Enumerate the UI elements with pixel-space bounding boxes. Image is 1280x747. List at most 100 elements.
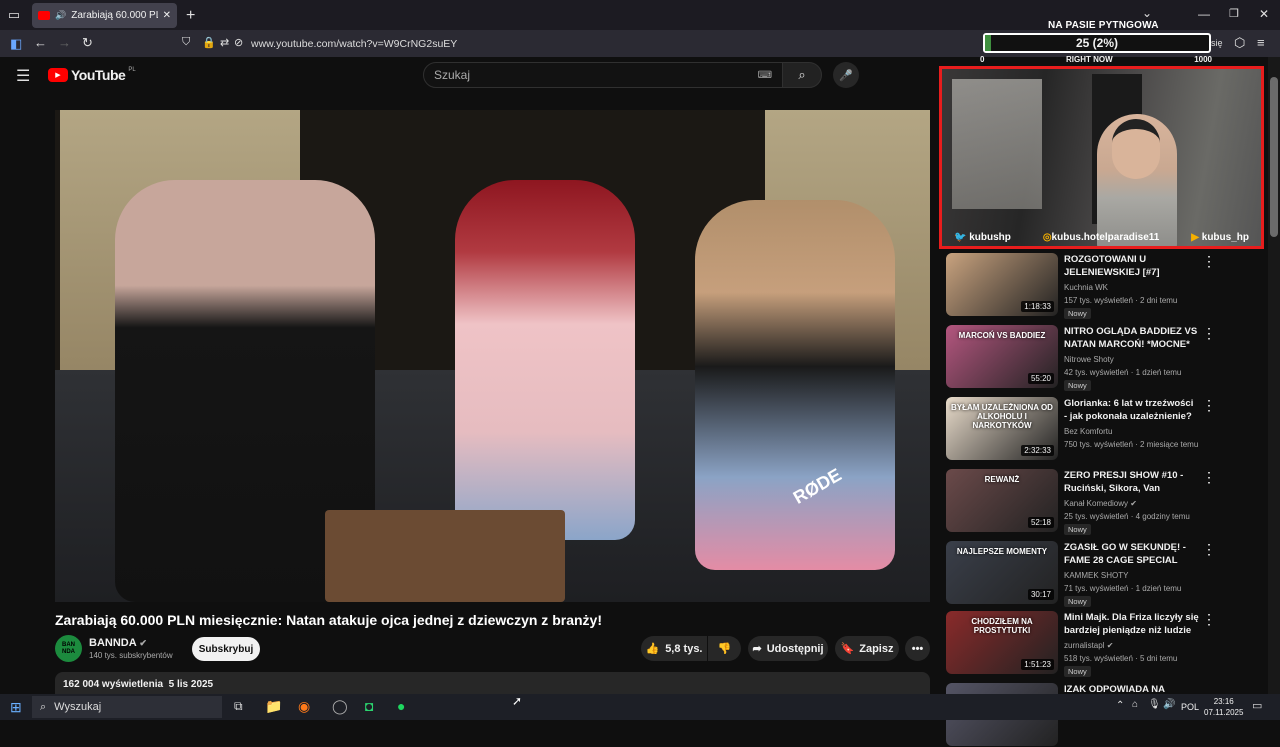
forward-icon[interactable]: → (58, 35, 71, 50)
share-button[interactable]: ➦ Udostępnij (748, 636, 828, 661)
more-actions-button[interactable]: ••• (905, 636, 930, 661)
recommended-video[interactable]: MARCOŃ VS BADDIEZ 55:20 NITRO OGLĄDA BADDI… (946, 325, 1266, 391)
minimize-icon[interactable]: — (1198, 7, 1210, 21)
chevron-down-icon[interactable]: ⌄ (1142, 6, 1152, 20)
twitter-handle: 🐦 kubushp (954, 232, 1011, 243)
more-vert-icon[interactable]: ⋮ (1202, 325, 1216, 342)
description-box[interactable]: 162 004 wyświetlenia 5 lis 2025 (55, 672, 930, 694)
video-duration: 1:51:23 (1021, 659, 1054, 670)
video-title[interactable]: NITRO OGLĄDA BADDIEZ VS NATAN MARCOŃ! *M… (1064, 325, 1199, 351)
recommended-video[interactable]: NAJLEPSZE MOMENTY 30:17 ZGASIŁ GO W SEKUND… (946, 541, 1266, 607)
video-player[interactable]: RØDE (55, 110, 930, 602)
app-icon[interactable]: ◯ (332, 698, 348, 715)
volume-icon[interactable]: 🔊 (1163, 699, 1175, 710)
browser-tab-active[interactable]: 🔊 Zarabiają 60.000 PLN miesi ✕ (32, 3, 177, 28)
channel-name[interactable]: Bez Komfortu (1064, 427, 1112, 436)
file-explorer-icon[interactable]: 📁 (265, 698, 282, 715)
region-code: PL (128, 67, 136, 73)
video-title[interactable]: Mini Majk. Dla Friza liczyły się bardzie… (1064, 611, 1199, 637)
sidebar-toggle-icon[interactable]: ◧ (10, 36, 22, 52)
maximize-icon[interactable]: ❐ (1229, 7, 1239, 20)
back-icon[interactable]: ← (34, 35, 47, 50)
task-view-icon[interactable]: ⧉ (234, 699, 243, 714)
overlay-value: 25 (2%) (1075, 36, 1119, 50)
permissions-icon[interactable]: ⇄ (220, 36, 229, 49)
search-button[interactable]: ⌕ (782, 62, 822, 88)
url-field[interactable]: www.youtube.com/watch?v=W9CrNG2suEY (251, 38, 457, 50)
twitter-icon: 🐦 (954, 232, 967, 243)
dislike-button[interactable]: 👎 (708, 636, 741, 661)
search-input[interactable]: Szukaj ⌨ (423, 62, 783, 88)
camera-off-icon[interactable]: ⊘ (234, 36, 243, 49)
taskbar-search[interactable]: ⌕ Wyszukaj (32, 696, 222, 718)
like-button[interactable]: 👍 5,8 tys. (641, 636, 707, 661)
keyboard-icon[interactable]: ⌨ (758, 70, 772, 81)
language-indicator[interactable]: POL (1181, 702, 1199, 712)
menu-icon[interactable]: ≡ (1257, 35, 1265, 50)
new-badge: Nowy (1064, 596, 1091, 607)
hamburger-menu-icon[interactable]: ☰ (16, 66, 30, 86)
recommended-video[interactable]: 1:18:33 ROZGOTOWANI U JELENIEWSKIEJ [#7] K… (946, 253, 1266, 319)
recommended-video[interactable]: REWANŻ 52:18 ZERO PRESJI SHOW #10 - Rucińs… (946, 469, 1266, 535)
recommended-video[interactable]: CHODZIŁEM NA PROSTYTUTKI 1:51:23 Mini Majk… (946, 611, 1266, 677)
channel-name[interactable]: Kuchnia WK (1064, 283, 1108, 292)
tab-list-icon[interactable]: ▭ (6, 7, 22, 22)
bookmark-icon: 🔖 (840, 643, 855, 655)
video-thumbnail[interactable]: MARCOŃ VS BADDIEZ 55:20 (946, 325, 1058, 388)
thumbnail-text: REWANŻ (984, 475, 1020, 484)
search-icon: ⌕ (798, 67, 806, 82)
view-count: 162 004 wyświetlenia (63, 679, 164, 690)
video-thumbnail[interactable]: CHODZIŁEM NA PROSTYTUTKI 1:51:23 (946, 611, 1058, 674)
video-title[interactable]: ZGASIŁ GO W SEKUNDĘ! - FAME 28 CAGE SPEC… (1064, 541, 1199, 568)
video-thumbnail[interactable]: REWANŻ 52:18 (946, 469, 1058, 532)
close-window-icon[interactable]: ✕ (1259, 7, 1269, 21)
voice-search-button[interactable]: 🎤 (833, 62, 859, 88)
clock[interactable]: 23:16 07.11.2025 (1204, 696, 1243, 718)
close-tab-icon[interactable]: ✕ (163, 10, 171, 21)
video-thumbnail[interactable]: BYŁAM UZALEŻNIONA OD ALKOHOLU I NARKOTYK… (946, 397, 1058, 460)
subscribe-button[interactable]: Subskrybuj (192, 637, 260, 661)
video-title[interactable]: ZERO PRESJI SHOW #10 - Ruciński, Sikora,… (1064, 469, 1199, 496)
channel-name[interactable]: BANNDA ✔ (89, 637, 147, 649)
recommended-video[interactable]: BYŁAM UZALEŻNIONA OD ALKOHOLU I NARKOTYK… (946, 397, 1266, 461)
discord-icon[interactable]: ◘ (365, 698, 373, 714)
windows-start-icon[interactable]: ⊞ (10, 699, 22, 716)
channel-name[interactable]: zurnalistapl ✔ (1064, 641, 1113, 650)
new-tab-icon[interactable]: + (186, 7, 195, 25)
page-scrollbar[interactable] (1268, 57, 1280, 694)
more-vert-icon[interactable]: ⋮ (1202, 253, 1216, 270)
woman-red-hair-figure (455, 180, 635, 540)
more-vert-icon[interactable]: ⋮ (1202, 397, 1216, 414)
channel-name[interactable]: KAMMEK SHOTY (1064, 571, 1128, 580)
video-duration: 1:18:33 (1021, 301, 1054, 312)
youtube-play-logo-icon: ▶ (48, 68, 68, 82)
lock-icon[interactable]: 🔒 (202, 36, 216, 49)
video-title[interactable]: ROZGOTOWANI U JELENIEWSKIEJ [#7] (1064, 253, 1199, 279)
profile-label[interactable]: się (1211, 38, 1223, 48)
video-title[interactable]: Glorianka: 6 lat w trzeźwości - jak poko… (1064, 397, 1199, 423)
channel-name[interactable]: Nitrowe Shoty (1064, 355, 1114, 364)
more-vert-icon[interactable]: ⋮ (1202, 541, 1216, 558)
more-vert-icon[interactable]: ⋮ (1202, 611, 1216, 628)
notifications-icon[interactable]: ▭ (1252, 699, 1262, 712)
channel-name[interactable]: Kanał Komediowy ✔ (1064, 499, 1137, 508)
video-thumbnail[interactable]: 1:18:33 (946, 253, 1058, 316)
save-button[interactable]: 🔖 Zapisz (835, 636, 899, 661)
network-icon[interactable]: ⌂ (1132, 699, 1138, 710)
more-vert-icon[interactable]: ⋮ (1202, 469, 1216, 486)
tray-chevron-icon[interactable]: ⌃ (1116, 700, 1124, 711)
video-thumbnail[interactable]: NAJLEPSZE MOMENTY 30:17 (946, 541, 1058, 604)
firefox-icon[interactable]: ◉ (298, 698, 310, 715)
thumbnail-text: MARCOŃ VS BADDIEZ (958, 331, 1046, 340)
spotify-icon[interactable]: ● (397, 698, 405, 714)
youtube-logo[interactable]: ▶ YouTube PL (48, 67, 136, 83)
mic-tray-icon[interactable]: 🎙 (1148, 699, 1161, 710)
reload-icon[interactable]: ↻ (82, 35, 93, 51)
overlay-max: 1000 (1194, 55, 1212, 64)
video-meta: 750 tys. wyświetleń · 2 miesiące temu (1064, 440, 1199, 449)
channel-avatar[interactable]: BAN NDA (55, 635, 82, 662)
video-meta: 157 tys. wyświetleń · 2 dni temu (1064, 296, 1178, 305)
overlay-progress-bar: 25 (2%) (983, 33, 1211, 53)
extensions-icon[interactable]: ⬡ (1234, 35, 1245, 51)
shield-icon[interactable]: ⛉ (182, 36, 190, 49)
